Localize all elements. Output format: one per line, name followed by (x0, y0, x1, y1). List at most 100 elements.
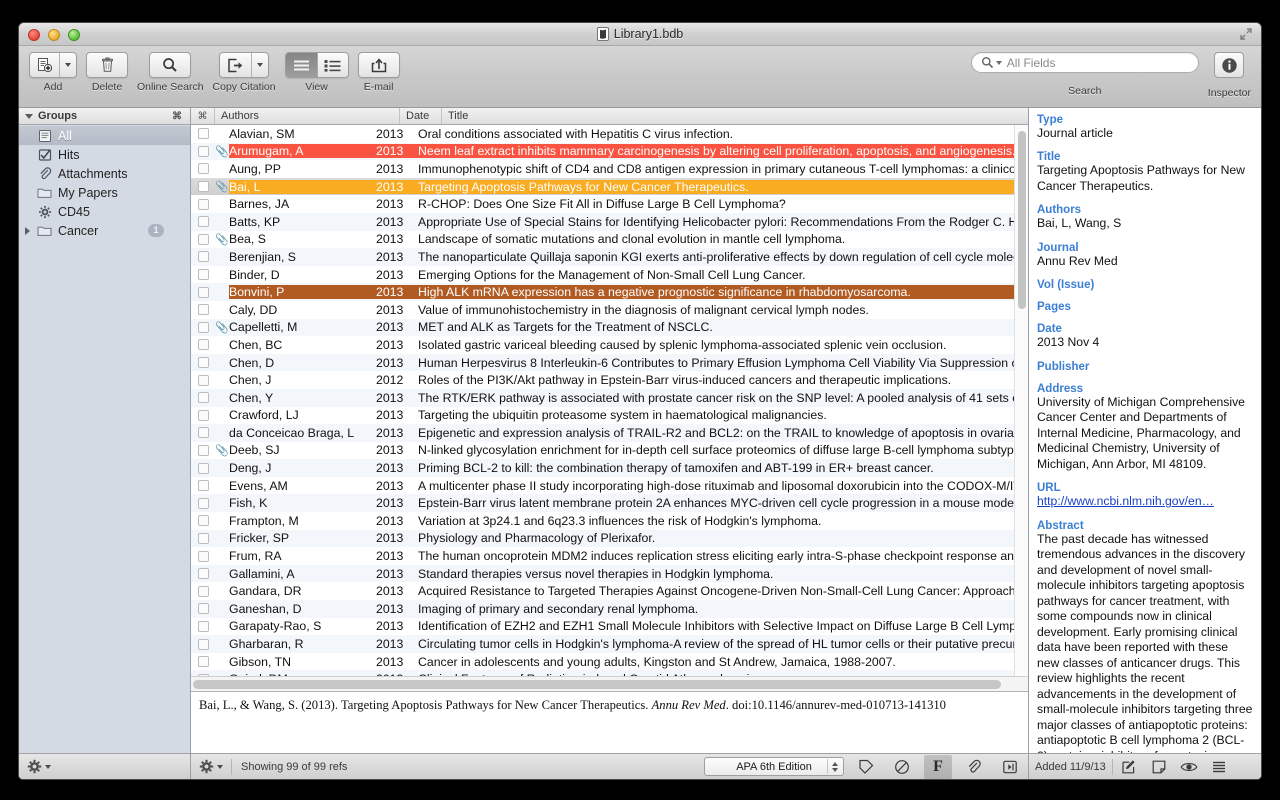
row-checkbox[interactable] (191, 639, 215, 650)
add-button[interactable] (29, 52, 77, 78)
row-checkbox[interactable] (191, 322, 215, 333)
scrollbar-thumb[interactable] (1018, 131, 1026, 309)
table-row[interactable]: Deng, J2013Priming BCL-2 to kill: the co… (191, 459, 1028, 477)
column-header-title[interactable]: Title (442, 108, 1028, 124)
sticky-note-icon[interactable] (1145, 755, 1173, 779)
table-row[interactable]: 📎Capelletti, M2013MET and ALK as Targets… (191, 319, 1028, 337)
row-checkbox[interactable] (191, 128, 215, 139)
table-row[interactable]: Caly, DD2013Value of immunohistochemistr… (191, 301, 1028, 319)
close-button[interactable] (28, 29, 40, 41)
row-checkbox[interactable] (191, 480, 215, 491)
row-checkbox[interactable] (191, 181, 215, 192)
table-row[interactable]: 📎Bai, L2013Targeting Apoptosis Pathways … (191, 178, 1028, 196)
row-checkbox[interactable] (191, 375, 215, 386)
row-checkbox[interactable] (191, 234, 215, 245)
stepper-arrows[interactable] (827, 759, 841, 774)
table-row[interactable]: Gallamini, A2013Standard therapies versu… (191, 565, 1028, 583)
table-row[interactable]: Chen, D2013Human Herpesvirus 8 Interleuk… (191, 354, 1028, 372)
table-row[interactable]: 📎Bea, S2013Landscape of somatic mutation… (191, 231, 1028, 249)
zoom-button[interactable] (68, 29, 80, 41)
table-row[interactable]: Alavian, SM2013Oral conditions associate… (191, 125, 1028, 143)
scrollbar-thumb-horizontal[interactable] (193, 680, 1001, 689)
sidebar-item-hits[interactable]: Hits (19, 145, 190, 164)
list-vertical-scrollbar[interactable] (1014, 125, 1028, 676)
table-row[interactable]: Gujral, DM2013Clinical Features of Radia… (191, 670, 1028, 676)
table-row[interactable]: Frampton, M2013Variation at 3p24.1 and 6… (191, 512, 1028, 530)
row-checkbox[interactable] (191, 515, 215, 526)
groups-disclosure-icon[interactable] (25, 114, 33, 119)
inspector-value-authors[interactable]: Bai, L, Wang, S (1037, 216, 1253, 231)
table-row[interactable]: Garapaty-Rao, S2013Identification of EZH… (191, 618, 1028, 636)
format-f-icon[interactable]: F (924, 755, 952, 779)
table-row[interactable]: Frum, RA2013The human oncoprotein MDM2 i… (191, 547, 1028, 565)
table-row[interactable]: Gibson, TN2013Cancer in adolescents and … (191, 653, 1028, 671)
sidebar-item-attachments[interactable]: Attachments (19, 164, 190, 183)
groups-action-menu[interactable] (27, 759, 51, 774)
row-checkbox[interactable] (191, 674, 215, 676)
citation-style-select[interactable]: APA 6th Edition (704, 757, 844, 776)
copy-citation-button[interactable] (219, 52, 269, 78)
row-checkbox[interactable] (191, 199, 215, 210)
disclosure-triangle-icon[interactable] (25, 227, 30, 235)
table-row[interactable]: Fricker, SP2013Physiology and Pharmacolo… (191, 530, 1028, 548)
table-row[interactable]: da Conceicao Braga, L2013Epigenetic and … (191, 424, 1028, 442)
table-row[interactable]: Fish, K2013Epstein-Barr virus latent mem… (191, 494, 1028, 512)
inspector-value-title[interactable]: Targeting Apoptosis Pathways for New Can… (1037, 163, 1253, 194)
list-menu-icon[interactable] (1205, 755, 1233, 779)
table-row[interactable]: Crawford, LJ2013Targeting the ubiquitin … (191, 407, 1028, 425)
table-row[interactable]: Bonvini, P2013High ALK mRNA expression h… (191, 283, 1028, 301)
table-row[interactable]: Binder, D2013Emerging Options for the Ma… (191, 266, 1028, 284)
inspector-value-url[interactable]: http://www.ncbi.nlm.nih.gov/en… (1037, 494, 1253, 509)
inspector-value-address[interactable]: University of Michigan Comprehensive Can… (1037, 395, 1253, 472)
minimize-button[interactable] (48, 29, 60, 41)
row-checkbox[interactable] (191, 269, 215, 280)
fullscreen-icon[interactable] (1239, 27, 1253, 41)
row-checkbox[interactable] (191, 586, 215, 597)
row-checkbox[interactable] (191, 498, 215, 509)
preview-eye-icon[interactable] (1175, 755, 1203, 779)
view-mode-detail[interactable] (317, 53, 348, 77)
table-row[interactable]: Evens, AM2013A multicenter phase II stud… (191, 477, 1028, 495)
view-mode-list[interactable] (286, 53, 317, 77)
tag-icon[interactable] (852, 755, 880, 779)
inspector-fields[interactable]: TypeJournal articleTitleTargeting Apopto… (1029, 108, 1261, 753)
table-row[interactable]: Gandara, DR2013Acquired Resistance to Ta… (191, 582, 1028, 600)
search-input[interactable]: All Fields (971, 52, 1199, 73)
list-horizontal-scrollbar[interactable] (191, 676, 1028, 691)
row-checkbox[interactable] (191, 304, 215, 315)
row-checkbox[interactable] (191, 146, 215, 157)
row-checkbox[interactable] (191, 603, 215, 614)
inspector-value-type[interactable]: Journal article (1037, 126, 1253, 141)
table-row[interactable]: Chen, Y2013The RTK/ERK pathway is associ… (191, 389, 1028, 407)
row-checkbox[interactable] (191, 251, 215, 262)
table-row[interactable]: 📎Arumugam, A2013Neem leaf extract inhibi… (191, 143, 1028, 161)
add-dropdown-arrow[interactable] (59, 53, 76, 77)
row-checkbox[interactable] (191, 568, 215, 579)
sidebar-item-all[interactable]: All (19, 126, 190, 145)
table-row[interactable]: Batts, KP2013Appropriate Use of Special … (191, 213, 1028, 231)
sidebar-item-cd45[interactable]: CD45 (19, 202, 190, 221)
edit-note-icon[interactable] (1115, 755, 1143, 779)
add-icon[interactable] (30, 53, 59, 77)
view-segmented-control[interactable] (285, 52, 349, 78)
row-checkbox[interactable] (191, 410, 215, 421)
inspector-value-date[interactable]: 2013 Nov 4 (1037, 335, 1253, 350)
row-checkbox[interactable] (191, 656, 215, 667)
inspector-value-abstract[interactable]: The past decade has witnessed tremendous… (1037, 532, 1253, 753)
copy-citation-dropdown-arrow[interactable] (251, 53, 268, 77)
export-arrow-icon[interactable] (220, 53, 251, 77)
row-checkbox[interactable] (191, 392, 215, 403)
row-checkbox[interactable] (191, 621, 215, 632)
row-checkbox[interactable] (191, 163, 215, 174)
row-checkbox[interactable] (191, 533, 215, 544)
row-checkbox[interactable] (191, 427, 215, 438)
table-row[interactable]: Ganeshan, D2013Imaging of primary and se… (191, 600, 1028, 618)
table-row[interactable]: Aung, PP2013Immunophenotypic shift of CD… (191, 160, 1028, 178)
email-button[interactable] (358, 52, 400, 78)
table-row[interactable]: Berenjian, S2013The nanoparticulate Quil… (191, 248, 1028, 266)
table-row[interactable]: Gharbaran, R2013Circulating tumor cells … (191, 635, 1028, 653)
online-search-button[interactable] (149, 52, 191, 78)
column-header-authors[interactable]: Authors (215, 108, 400, 124)
table-row[interactable]: Barnes, JA2013R-CHOP: Does One Size Fit … (191, 195, 1028, 213)
list-action-menu[interactable] (199, 759, 223, 774)
